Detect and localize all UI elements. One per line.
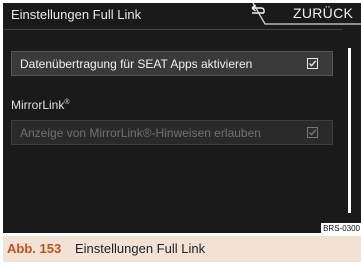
figure-number: Abb. 153 (7, 241, 62, 256)
page-title: Einstellungen Full Link (11, 7, 142, 22)
reference-code: BRS-0300 (321, 223, 361, 233)
checkbox-checked-icon[interactable] (307, 58, 318, 69)
title-divider (3, 29, 343, 30)
setting-label: Datenübertragung für SEAT Apps aktiviere… (20, 57, 253, 71)
figure-caption-text: Einstellungen Full Link (75, 241, 206, 256)
infotainment-screen: Einstellungen Full Link ZURÜCK Datenüber… (3, 3, 361, 233)
setting-row-seat-apps-data[interactable]: Datenübertragung für SEAT Apps aktiviere… (11, 51, 333, 76)
figure-caption: Abb. 153 Einstellungen Full Link (3, 236, 361, 262)
checkbox-checked-icon[interactable] (307, 127, 318, 138)
section-title-text: MirrorLink (11, 98, 65, 112)
return-arrow-icon (251, 4, 265, 14)
setting-label: Anzeige von MirrorLink®-Hinweisen erlaub… (20, 126, 261, 140)
title-bar: Einstellungen Full Link ZURÜCK (3, 3, 361, 25)
section-title-mirrorlink: MirrorLink® (11, 98, 70, 112)
registered-mark: ® (64, 99, 70, 106)
setting-row-mirrorlink-hints[interactable]: Anzeige von MirrorLink®-Hinweisen erlaub… (11, 120, 333, 145)
scrollbar[interactable] (348, 48, 351, 213)
back-button[interactable]: ZURÜCK (251, 3, 361, 25)
back-button-label: ZURÜCK (293, 5, 354, 21)
